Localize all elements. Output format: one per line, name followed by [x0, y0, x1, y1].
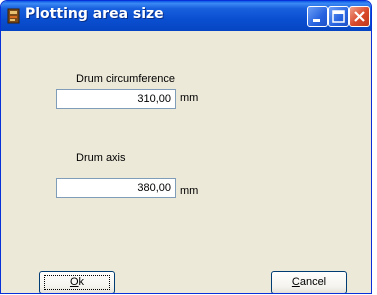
close-icon	[354, 11, 365, 22]
cancel-button[interactable]: Cancel	[271, 271, 347, 293]
app-icon[interactable]	[7, 8, 21, 24]
minimize-icon	[313, 19, 320, 22]
cancel-button-label: ancel	[299, 276, 327, 288]
drum-axis-unit: mm	[180, 185, 199, 197]
cancel-button-mnemonic: C	[291, 276, 300, 288]
maximize-icon	[332, 10, 345, 23]
focus-rectangle	[44, 275, 110, 290]
close-button[interactable]	[349, 6, 370, 27]
drum-axis-input[interactable]: 380,00	[56, 178, 176, 198]
maximize-button[interactable]	[328, 6, 349, 27]
window-title: Plotting area size	[25, 6, 164, 22]
drum-circumference-unit: mm	[180, 92, 199, 104]
dialog-window: Plotting area size Drum circumference 31…	[0, 0, 372, 294]
minimize-button[interactable]	[307, 6, 328, 27]
title-bar[interactable]: Plotting area size	[1, 1, 371, 31]
drum-axis-label: Drum axis	[76, 152, 126, 164]
drum-circumference-label: Drum circumference	[76, 73, 176, 85]
drum-circumference-input[interactable]: 310,00	[56, 89, 176, 109]
ok-button[interactable]: Ok	[39, 271, 115, 293]
